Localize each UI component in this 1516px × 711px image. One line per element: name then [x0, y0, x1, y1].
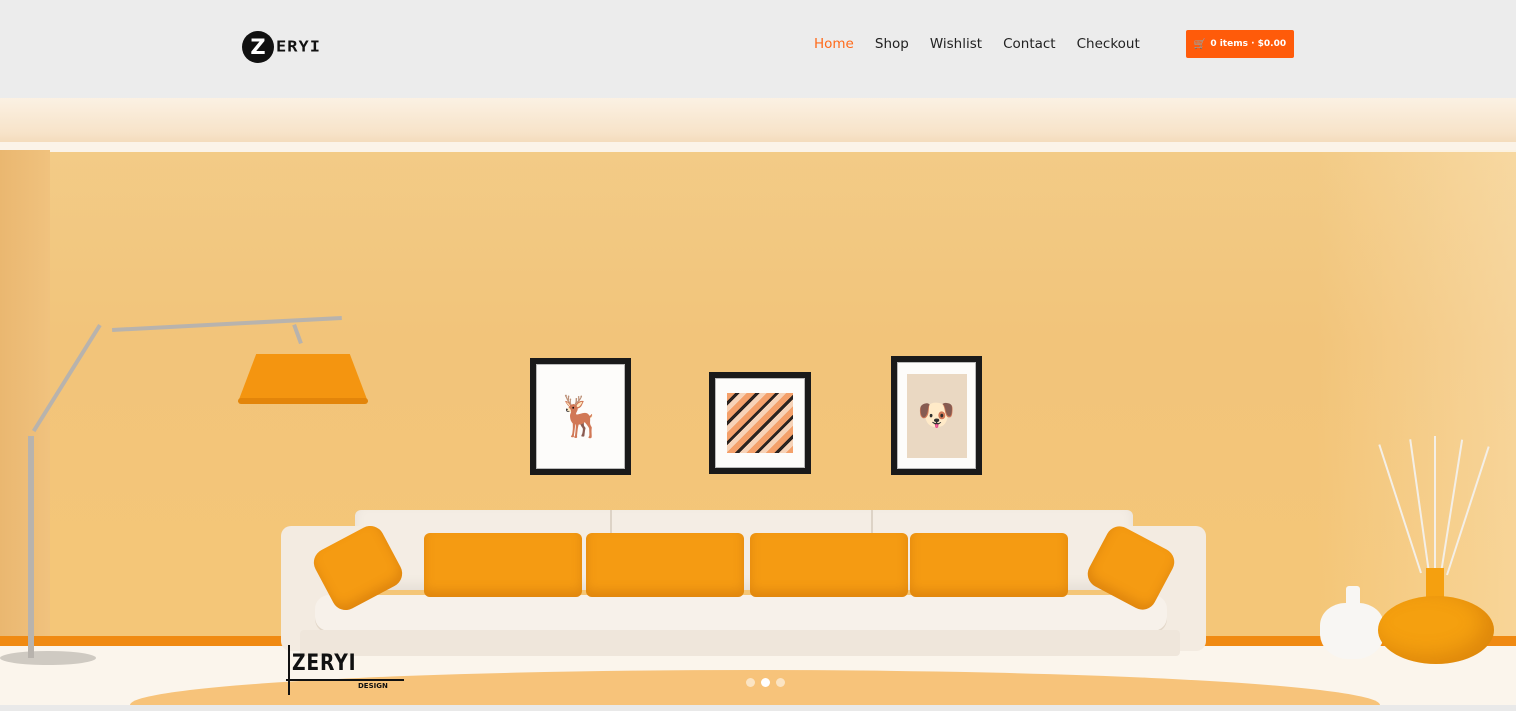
nav-item-shop[interactable]: Shop [875, 34, 909, 54]
pattern-artwork [727, 393, 793, 453]
hero-image-wall [0, 150, 50, 640]
slider-pagination [746, 678, 791, 687]
slider-dot-3[interactable] [776, 678, 785, 687]
dog-icon: 🐶 [906, 373, 967, 458]
watermark-subtitle: DESIGN [358, 682, 388, 690]
pillow [910, 533, 1068, 597]
lamp-arm [292, 324, 303, 345]
logo-mark: Z [242, 31, 274, 63]
hero-watermark-logo: ZERYI DESIGN [286, 645, 406, 695]
deer-icon: 🦌 [555, 394, 606, 440]
cart-summary: 0 items · $0.00 [1210, 39, 1287, 49]
lamp-pole [28, 436, 34, 658]
hero-slider[interactable]: 🦌 🐶 ZERYI DESIGN [0, 98, 1516, 705]
lamp-shade [238, 354, 368, 402]
main-nav: Home Shop Wishlist Contact Checkout [814, 34, 1161, 54]
lamp-arm [112, 315, 342, 332]
picture-frame-pattern [709, 372, 811, 474]
pillow [586, 533, 744, 597]
picture-frame-deer: 🦌 [530, 358, 631, 475]
nav-item-wishlist[interactable]: Wishlist [930, 34, 982, 54]
sofa-base [300, 630, 1180, 656]
vase-white [1320, 603, 1384, 659]
logo-wordmark: ERYI [276, 38, 321, 56]
slider-dot-2[interactable] [761, 678, 770, 687]
sofa-seat [315, 595, 1167, 631]
hero-image-molding [0, 142, 1516, 152]
picture-frame-dog: 🐶 [891, 356, 982, 475]
nav-item-home[interactable]: Home [814, 34, 854, 54]
hero-image-ceiling [0, 98, 1516, 148]
watermark-title: ZERYI [292, 651, 357, 676]
cart-button[interactable]: 🛒 0 items · $0.00 [1186, 30, 1294, 58]
lamp-base [0, 651, 96, 665]
slider-dot-1[interactable] [746, 678, 755, 687]
nav-item-contact[interactable]: Contact [1003, 34, 1056, 54]
pillow [750, 533, 908, 597]
cart-icon: 🛒 [1193, 38, 1207, 50]
hero-image-wall-light [1316, 150, 1516, 640]
page-bottom-strip [0, 705, 1516, 711]
nav-item-checkout[interactable]: Checkout [1077, 34, 1140, 54]
site-header: Z ERYI Home Shop Wishlist Contact Checko… [0, 0, 1516, 98]
site-logo[interactable]: Z ERYI [242, 30, 321, 64]
lamp-shade-rim [238, 398, 368, 404]
pillow [424, 533, 582, 597]
vase-orange [1378, 596, 1494, 664]
